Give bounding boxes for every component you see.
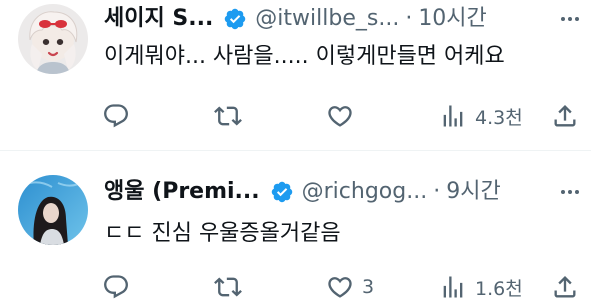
like-button[interactable]: 3: [326, 269, 374, 305]
like-icon: [326, 102, 354, 130]
views-button[interactable]: 4.3천: [439, 98, 523, 134]
retweet-button[interactable]: [214, 269, 250, 305]
verified-badge-icon: [270, 180, 294, 204]
view-count: 4.3천: [475, 106, 523, 129]
avatar[interactable]: [18, 4, 88, 74]
display-name[interactable]: 앵울 (Premi...: [104, 177, 260, 207]
tweet-header: 세이지 S... @itwillbe_s... · 10시간: [104, 4, 487, 34]
share-icon: [551, 102, 579, 130]
tweet-actions: 3 1.6천: [100, 269, 591, 305]
timestamp[interactable]: 10시간: [418, 4, 486, 34]
like-count: 3: [362, 276, 375, 298]
handle[interactable]: @itwillbe_s...: [255, 4, 399, 34]
tweet-text: ㄷㄷ 진심 우울증올거같음: [104, 221, 341, 246]
verified-badge-icon: [223, 7, 247, 31]
views-button[interactable]: 1.6천: [439, 269, 523, 305]
reply-button[interactable]: [102, 98, 138, 134]
more-options-icon[interactable]: [555, 177, 585, 207]
share-button[interactable]: [551, 269, 579, 305]
more-options-icon[interactable]: [555, 4, 585, 34]
retweet-icon: [214, 102, 242, 130]
reply-icon: [102, 273, 130, 301]
display-name[interactable]: 세이지 S...: [104, 4, 213, 34]
handle[interactable]: @richgog...: [302, 177, 428, 207]
like-button[interactable]: [326, 98, 362, 134]
views-icon: [439, 102, 467, 130]
views-icon: [439, 273, 467, 301]
share-button[interactable]: [551, 98, 579, 134]
tweet[interactable]: 앵울 (Premi... @richgog... · 9시간 ㄷㄷ 진심 우울증…: [0, 151, 591, 302]
share-icon: [551, 273, 579, 301]
tweet[interactable]: 세이지 S... @itwillbe_s... · 10시간 이게뭐야... 사…: [0, 0, 591, 151]
tweet-header: 앵울 (Premi... @richgog... · 9시간: [104, 177, 501, 207]
avatar[interactable]: [18, 175, 88, 245]
tweet-actions: 4.3천: [100, 98, 591, 134]
retweet-button[interactable]: [214, 98, 250, 134]
view-count: 1.6천: [475, 277, 523, 300]
tweet-text: 이게뭐야... 사람을..... 이렇게만들면 어케요: [104, 44, 505, 69]
timestamp[interactable]: 9시간: [446, 177, 500, 207]
separator-dot: ·: [405, 6, 413, 31]
retweet-icon: [214, 273, 242, 301]
like-icon: [326, 273, 354, 301]
reply-button[interactable]: [102, 269, 138, 305]
reply-icon: [102, 102, 130, 130]
separator-dot: ·: [433, 179, 441, 204]
